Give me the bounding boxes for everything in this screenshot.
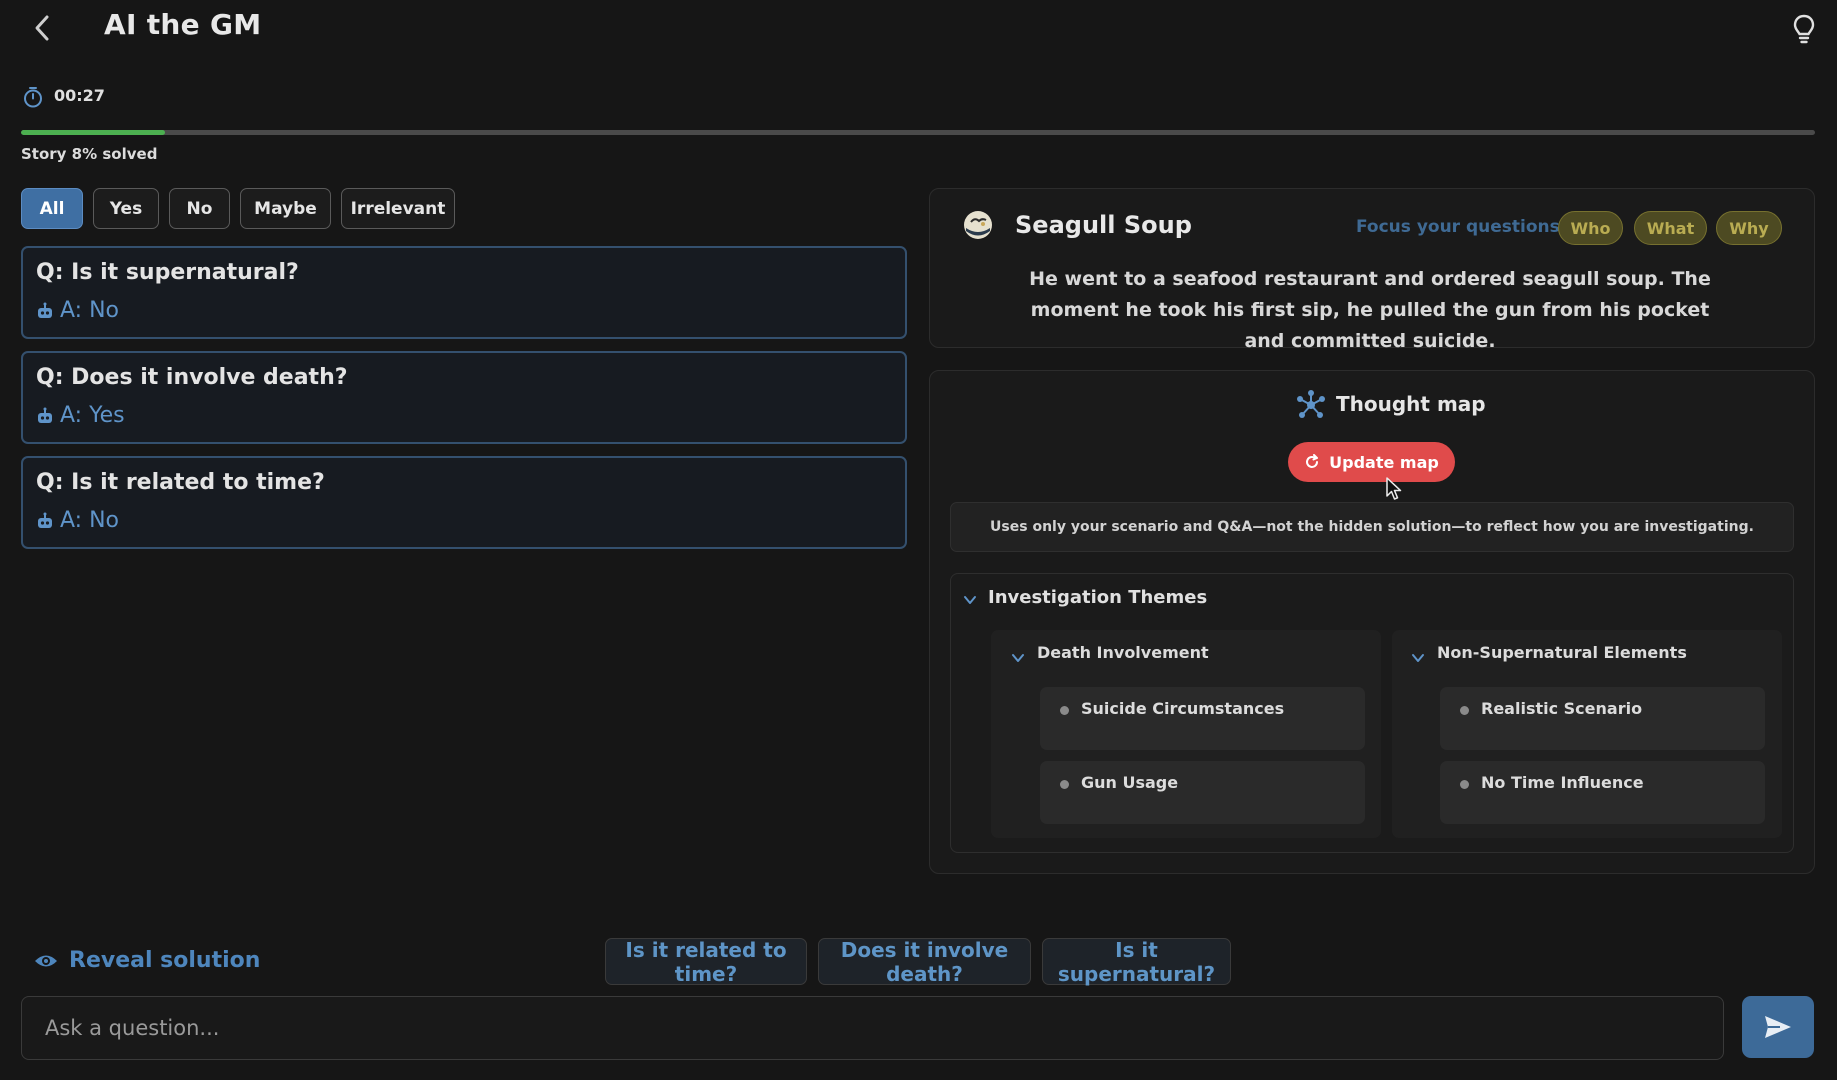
progress-fill bbox=[21, 130, 165, 135]
theme-leaf-realistic-scenario[interactable]: Realistic Scenario bbox=[1440, 687, 1765, 750]
filter-irrelevant[interactable]: Irrelevant bbox=[341, 188, 455, 229]
progress-bar bbox=[21, 130, 1815, 135]
question-text: Q: Does it involve death? bbox=[36, 365, 348, 390]
filter-maybe[interactable]: Maybe bbox=[240, 188, 331, 229]
hint-button[interactable] bbox=[1788, 12, 1820, 46]
robot-icon bbox=[38, 512, 52, 528]
qa-card: Q: Is it supernatural? A: No bbox=[21, 246, 907, 339]
chevron-down-icon[interactable] bbox=[1010, 650, 1026, 666]
stopwatch-icon bbox=[24, 87, 42, 108]
story-logo-icon bbox=[964, 211, 992, 239]
answer-row: A: Yes bbox=[36, 403, 125, 428]
back-button[interactable] bbox=[26, 10, 58, 46]
focus-chip-who[interactable]: Who bbox=[1558, 211, 1623, 245]
question-text: Q: Is it supernatural? bbox=[36, 260, 299, 285]
filter-all[interactable]: All bbox=[21, 188, 83, 229]
page-title: AI the GM bbox=[104, 8, 262, 41]
qa-card: Q: Is it related to time? A: No bbox=[21, 456, 907, 549]
theme-leaf-label: Gun Usage bbox=[1081, 773, 1179, 792]
bullet-dot bbox=[1460, 780, 1469, 789]
theme-group-title[interactable]: Death Involvement bbox=[1037, 643, 1209, 662]
question-input[interactable] bbox=[21, 996, 1724, 1060]
theme-leaf-label: Suicide Circumstances bbox=[1081, 699, 1285, 718]
focus-chip-why[interactable]: Why bbox=[1716, 211, 1782, 245]
answer-row: A: No bbox=[36, 508, 119, 533]
theme-leaf-gun-usage[interactable]: Gun Usage bbox=[1040, 761, 1365, 824]
theme-leaf-label: No Time Influence bbox=[1481, 773, 1644, 792]
theme-leaf-suicide-circumstances[interactable]: Suicide Circumstances bbox=[1040, 687, 1365, 750]
thought-map-title: Thought map bbox=[1336, 392, 1486, 416]
send-icon bbox=[1765, 1016, 1791, 1038]
bullet-dot bbox=[1460, 706, 1469, 715]
story-scenario-text: He went to a seafood restaurant and orde… bbox=[1029, 268, 1711, 352]
theme-leaf-label: Realistic Scenario bbox=[1481, 699, 1643, 718]
timer-value: 00:27 bbox=[54, 86, 105, 105]
chevron-down-icon[interactable] bbox=[962, 592, 978, 608]
answer-text: A: No bbox=[60, 298, 119, 323]
filter-no[interactable]: No bbox=[169, 188, 230, 229]
suggestion-chip[interactable]: Does it involve death? bbox=[818, 938, 1031, 986]
theme-group-title[interactable]: Non-Supernatural Elements bbox=[1437, 643, 1687, 662]
chevron-down-icon[interactable] bbox=[1410, 650, 1426, 666]
suggestion-chip[interactable]: Is it related to time? bbox=[605, 938, 807, 986]
answer-text: A: No bbox=[60, 508, 119, 533]
robot-icon bbox=[38, 407, 52, 423]
theme-leaf-no-time-influence[interactable]: No Time Influence bbox=[1440, 761, 1765, 824]
update-map-label: Update map bbox=[1329, 452, 1439, 472]
reveal-solution-label: Reveal solution bbox=[69, 948, 261, 973]
suggestion-chip[interactable]: Is it supernatural? bbox=[1042, 938, 1231, 986]
robot-icon bbox=[38, 302, 52, 318]
bullet-dot bbox=[1060, 780, 1069, 789]
eye-icon bbox=[35, 955, 57, 966]
question-text: Q: Is it related to time? bbox=[36, 470, 325, 495]
filter-yes[interactable]: Yes bbox=[93, 188, 159, 229]
qa-card: Q: Does it involve death? A: Yes bbox=[21, 351, 907, 444]
answer-row: A: No bbox=[36, 298, 119, 323]
lightbulb-icon bbox=[1793, 14, 1815, 44]
update-map-button[interactable]: Update map bbox=[1288, 442, 1455, 482]
investigation-themes-title[interactable]: Investigation Themes bbox=[988, 587, 1207, 608]
story-title: Seagull Soup bbox=[1015, 211, 1192, 239]
thought-map-note: Uses only your scenario and Q&A—not the … bbox=[950, 502, 1794, 552]
focus-chip-what[interactable]: What bbox=[1634, 211, 1707, 245]
send-button[interactable] bbox=[1742, 996, 1814, 1058]
progress-label: Story 8% solved bbox=[21, 145, 158, 163]
back-chevron-icon bbox=[35, 15, 49, 41]
refresh-icon bbox=[1306, 454, 1319, 468]
mouse-cursor-icon bbox=[1386, 477, 1402, 500]
network-icon bbox=[1297, 390, 1325, 418]
answer-text: A: Yes bbox=[60, 403, 125, 428]
bullet-dot bbox=[1060, 706, 1069, 715]
reveal-solution-button[interactable]: Reveal solution bbox=[34, 948, 260, 973]
